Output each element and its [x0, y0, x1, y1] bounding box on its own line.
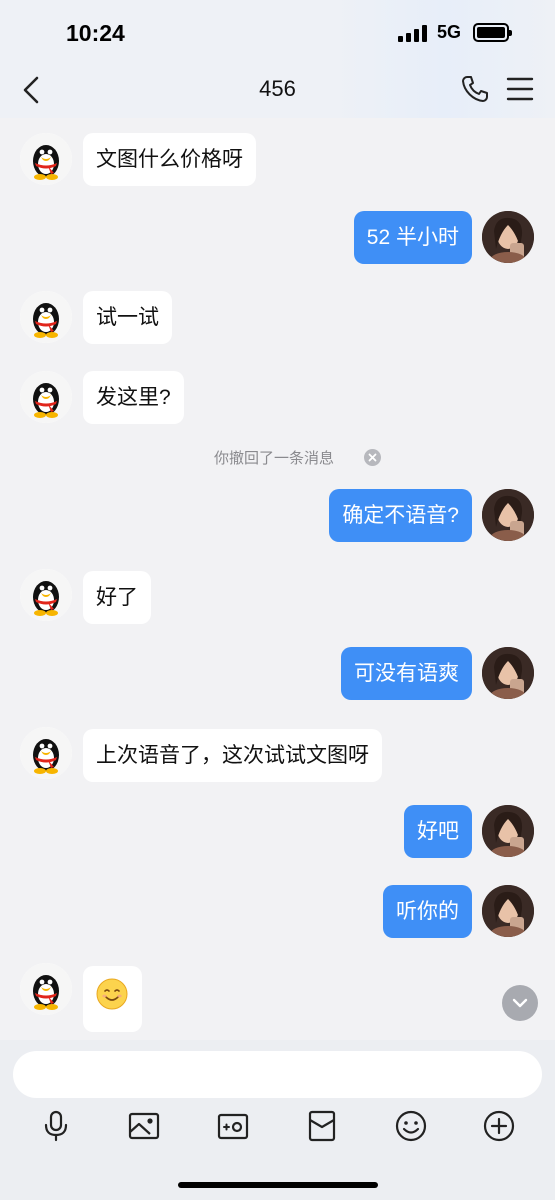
penguin-avatar-icon [20, 371, 72, 423]
outgoing-message-bubble[interactable]: 听你的 [383, 885, 472, 938]
scroll-to-bottom-button[interactable] [502, 985, 538, 1021]
incoming-message-bubble[interactable]: 文图什么价格呀 [83, 133, 256, 186]
incoming-message-bubble[interactable]: 上次语音了，这次试试文图呀 [83, 729, 382, 782]
close-icon [368, 453, 377, 462]
smiling-face-icon [96, 978, 128, 1010]
microphone-icon [44, 1110, 68, 1142]
user-photo-avatar [482, 489, 534, 541]
recall-notice: 你撤回了一条消息 [0, 446, 555, 468]
camera-icon [217, 1113, 249, 1140]
battery-icon [473, 23, 512, 42]
user-photo-avatar [482, 211, 534, 263]
outgoing-message-bubble[interactable]: 52 半小时 [353, 211, 472, 264]
contact-avatar[interactable] [20, 727, 72, 779]
penguin-avatar-icon [20, 569, 72, 621]
red-packet-button[interactable] [304, 1108, 340, 1144]
voice-input-button[interactable] [38, 1108, 74, 1144]
photo-button[interactable] [126, 1108, 162, 1144]
more-options-button[interactable] [481, 1108, 517, 1144]
incoming-message-bubble[interactable]: 好了 [83, 571, 151, 624]
red-packet-icon [308, 1110, 336, 1142]
contact-avatar[interactable] [20, 291, 72, 343]
image-icon [128, 1112, 160, 1140]
chevron-down-icon [512, 998, 528, 1008]
contact-avatar[interactable] [20, 133, 72, 185]
emoji-icon [395, 1110, 427, 1142]
emoji-button[interactable] [393, 1108, 429, 1144]
self-avatar[interactable] [482, 805, 534, 857]
outgoing-message-bubble[interactable]: 好吧 [404, 805, 472, 858]
status-time: 10:24 [66, 20, 125, 46]
self-avatar[interactable] [482, 885, 534, 937]
user-photo-avatar [482, 885, 534, 937]
penguin-avatar-icon [20, 963, 72, 1015]
voice-call-button[interactable] [460, 74, 490, 104]
outgoing-message-bubble[interactable]: 确定不语音? [329, 489, 472, 542]
phone-icon [462, 76, 488, 102]
home-indicator [178, 1182, 378, 1188]
user-photo-avatar [482, 647, 534, 699]
self-avatar[interactable] [482, 489, 534, 541]
user-photo-avatar [482, 805, 534, 857]
dismiss-notice-button[interactable] [364, 449, 381, 466]
recall-notice-text: 你撤回了一条消息 [214, 450, 335, 467]
incoming-message-bubble[interactable]: 发这里? [83, 371, 184, 424]
penguin-avatar-icon [20, 133, 72, 185]
signal-icon [398, 24, 430, 42]
plus-icon [483, 1110, 515, 1142]
penguin-avatar-icon [20, 291, 72, 343]
outgoing-message-bubble[interactable]: 可没有语爽 [341, 647, 472, 700]
emoji-message-bubble[interactable] [83, 966, 142, 1032]
self-avatar[interactable] [482, 211, 534, 263]
message-input[interactable] [13, 1051, 542, 1098]
contact-avatar[interactable] [20, 963, 72, 1015]
self-avatar[interactable] [482, 647, 534, 699]
hamburger-icon [506, 77, 534, 101]
penguin-avatar-icon [20, 727, 72, 779]
camera-button[interactable] [215, 1108, 251, 1144]
contact-avatar[interactable] [20, 569, 72, 621]
menu-button[interactable] [506, 76, 534, 102]
contact-avatar[interactable] [20, 371, 72, 423]
incoming-message-bubble[interactable]: 试一试 [83, 291, 172, 344]
network-label: 5G [437, 22, 462, 42]
